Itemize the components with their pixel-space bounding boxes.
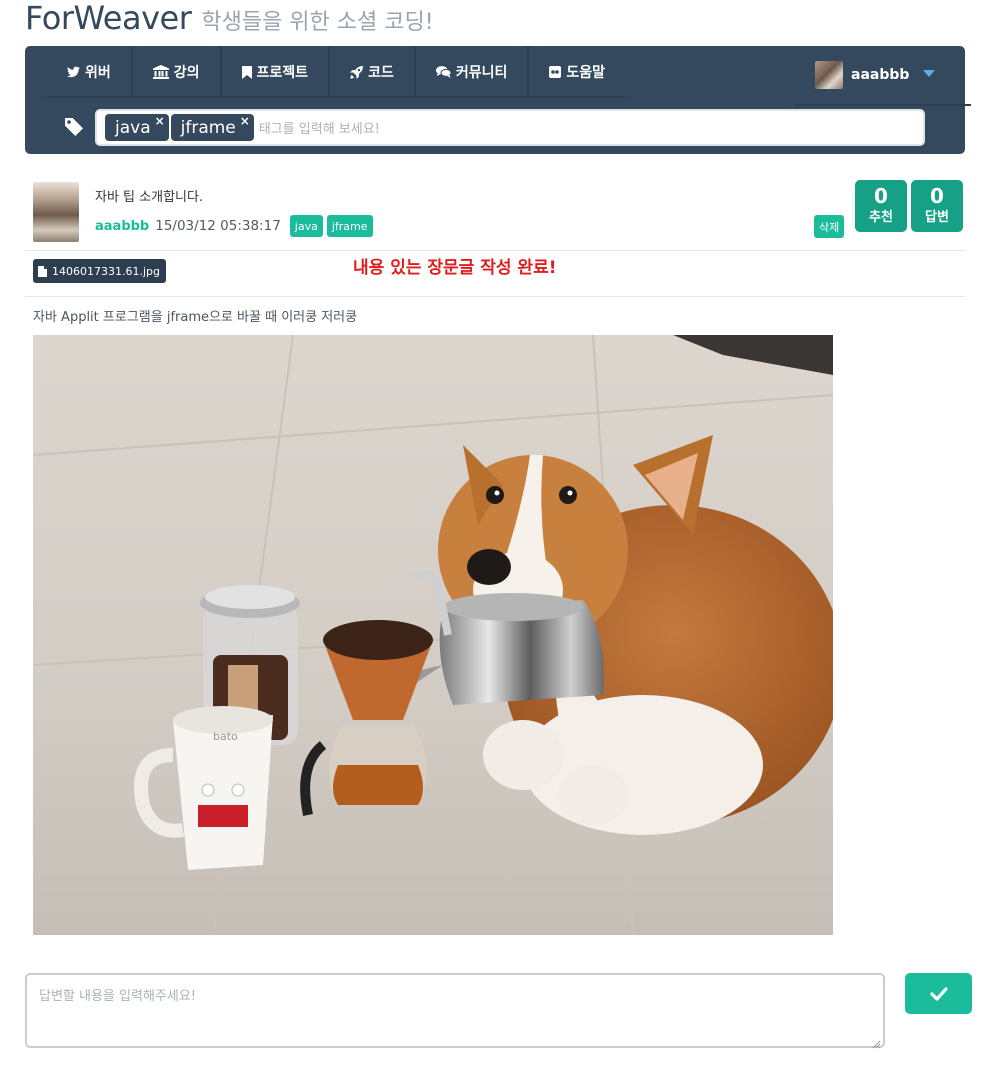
bookmark-icon (241, 65, 252, 79)
mug-label: bato (213, 730, 238, 743)
like-label: 추천 (869, 210, 893, 225)
bank-icon (152, 65, 169, 79)
attachment-name: 1406017331.61.jpg (52, 264, 160, 278)
tag-input-placeholder[interactable]: 태그를 입력해 보세요! (259, 118, 380, 137)
post-author-avatar[interactable] (33, 182, 79, 242)
attachment-link[interactable]: 1406017331.61.jpg (33, 259, 166, 283)
nav-label: 위버 (85, 65, 111, 81)
brand-tagline: 학생들을 위한 소셜 코딩! (201, 10, 434, 35)
post-meta: aaabbb 15/03/12 05:38:17 java jframe (95, 215, 373, 237)
remove-tag-icon[interactable]: × (240, 115, 250, 127)
user-menu[interactable]: aaabbb (795, 46, 971, 106)
reply-count: 0 (930, 184, 944, 208)
nav-item-help[interactable]: 도움말 (529, 46, 625, 98)
nav-label: 강의 (173, 65, 200, 81)
delete-button[interactable]: 삭제 (814, 215, 845, 238)
nav-item-project[interactable]: 프로젝트 (222, 46, 331, 98)
user-name: aaabbb (851, 67, 910, 83)
tag-icon (65, 118, 83, 140)
nav-item-lecture[interactable]: 강의 (133, 46, 222, 98)
nav-label: 커뮤니티 (455, 65, 508, 81)
resize-grip-icon[interactable] (871, 1034, 881, 1053)
tag-input-box[interactable]: java × jframe × 태그를 입력해 보세요! (95, 109, 925, 146)
reply-count-button[interactable]: 0 답변 (911, 180, 963, 232)
tag-chip-label: jframe (180, 117, 236, 138)
post-author-link[interactable]: aaabbb (95, 219, 149, 234)
help-icon (549, 66, 562, 78)
tag-chip: jframe × (170, 114, 254, 141)
rocket-icon (350, 65, 364, 79)
answer-input[interactable] (25, 973, 885, 1048)
user-avatar (815, 61, 843, 89)
post-title: 자바 팁 소개합니다. (95, 190, 204, 205)
like-count: 0 (874, 184, 888, 208)
nav-label: 프로젝트 (256, 65, 309, 81)
tag-chip-label: java (115, 117, 151, 138)
chat-bubbles-icon (435, 66, 451, 78)
check-icon (929, 986, 948, 1001)
post-headline: 내용 있는 장문글 작성 완료! (353, 258, 557, 278)
submit-answer-button[interactable] (905, 973, 972, 1014)
divider (25, 296, 965, 297)
reply-label: 답변 (925, 210, 949, 225)
tag-chip: java × (105, 114, 169, 141)
like-count-button[interactable]: 0 추천 (855, 180, 907, 232)
navbar: 위버 강의 프로젝트 코드 커뮤니티 도움말 aaabbb java × jfr… (25, 46, 971, 154)
nav-item-community[interactable]: 커뮤니티 (416, 46, 530, 98)
brand[interactable]: ForWeaver 학생들을 위한 소셜 코딩! (25, 0, 434, 40)
brand-name[interactable]: ForWeaver (25, 0, 192, 36)
divider (25, 250, 965, 251)
post-tag[interactable]: java (289, 215, 323, 237)
post-tag[interactable]: jframe (326, 215, 373, 237)
nav-item-code[interactable]: 코드 (330, 46, 416, 98)
nav-label: 코드 (368, 65, 394, 81)
post-image: bato (33, 335, 833, 935)
post-date: 15/03/12 05:38:17 (155, 218, 281, 234)
twitter-icon (67, 66, 80, 78)
main-nav: 위버 강의 프로젝트 코드 커뮤니티 도움말 (47, 46, 625, 98)
remove-tag-icon[interactable]: × (155, 115, 165, 127)
post-body: 자바 Applit 프로그램을 jframe으로 바꿀 때 이러쿵 저러쿵 (33, 310, 358, 325)
file-icon (38, 265, 47, 277)
caret-down-icon (923, 69, 936, 77)
nav-label: 도움말 (566, 65, 605, 81)
nav-item-weaver[interactable]: 위버 (47, 46, 133, 98)
